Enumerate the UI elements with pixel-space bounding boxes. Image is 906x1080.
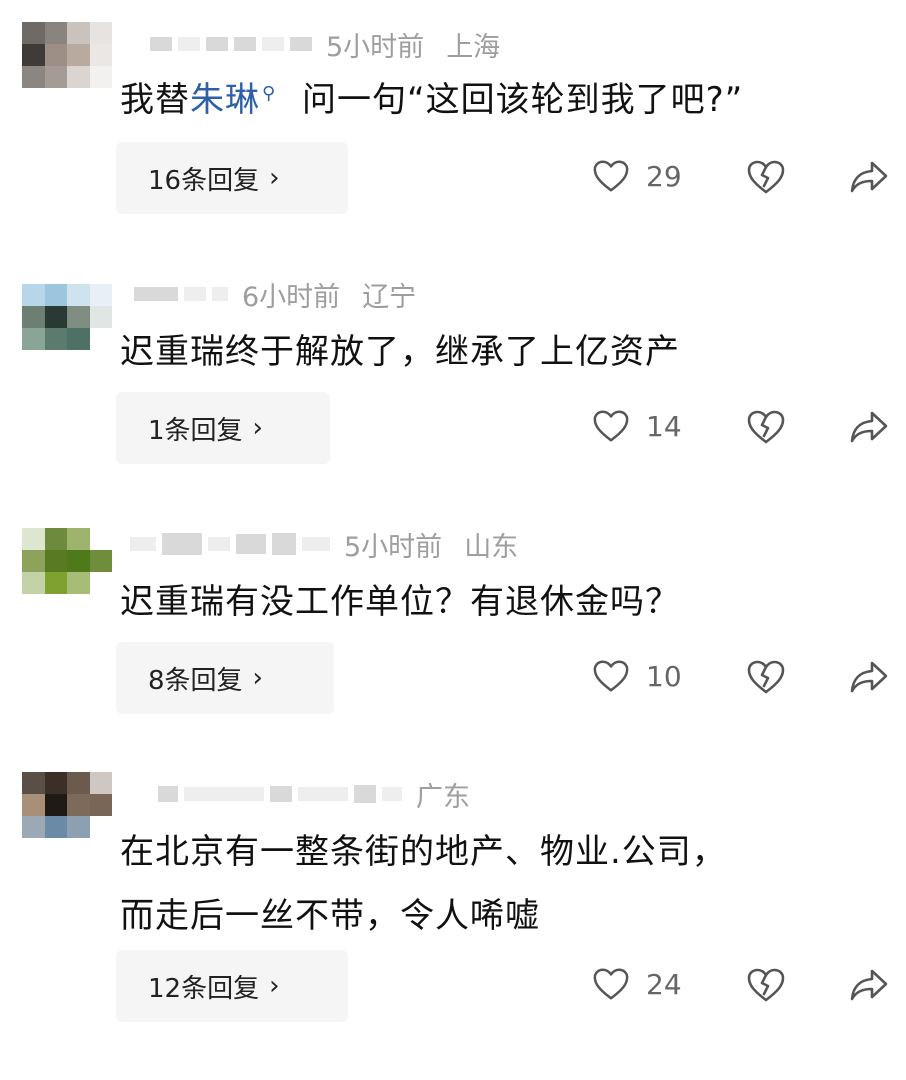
dislike-button[interactable]	[746, 158, 786, 200]
share-button[interactable]	[848, 158, 890, 200]
comment-time: 6小时前	[242, 281, 341, 313]
like-button[interactable]: 29	[592, 158, 682, 194]
share-button[interactable]	[848, 966, 890, 1008]
username-pixelated[interactable]	[134, 287, 228, 301]
comment-text-line: 而走后一丝不带，令人唏嘘	[120, 896, 540, 936]
share-arrow-icon	[850, 969, 888, 1001]
heart-icon	[593, 410, 629, 442]
like-count: 29	[646, 159, 682, 193]
broken-heart-icon	[747, 410, 785, 444]
like-button[interactable]: 10	[592, 658, 682, 694]
username-pixelated[interactable]	[158, 785, 402, 803]
comment-text-suffix: 问一句“这回该轮到我了吧?”	[290, 80, 744, 120]
username-pixelated[interactable]	[150, 37, 312, 51]
comment-meta: 5小时前 山东	[130, 514, 540, 574]
search-icon[interactable]: ⚲	[262, 62, 276, 126]
like-button[interactable]: 24	[592, 966, 682, 1002]
mention-link[interactable]: 朱琳	[190, 80, 260, 120]
dislike-button[interactable]	[746, 408, 786, 450]
comment-location: 广东	[416, 781, 470, 813]
like-count: 14	[646, 409, 682, 443]
share-button[interactable]	[848, 408, 890, 450]
avatar[interactable]	[22, 772, 112, 838]
comment-actions: 14	[0, 392, 906, 464]
like-button[interactable]: 14	[592, 408, 682, 444]
username-pixelated[interactable]	[130, 533, 330, 555]
broken-heart-icon	[747, 660, 785, 694]
avatar[interactable]	[22, 22, 112, 88]
avatar[interactable]	[22, 284, 112, 350]
dislike-button[interactable]	[746, 966, 786, 1008]
comment-location: 辽宁	[362, 281, 417, 313]
heart-icon	[593, 660, 629, 692]
comment-actions: 29	[0, 142, 906, 214]
comment-text: 我替朱琳 ⚲ 问一句“这回该轮到我了吧?”	[120, 68, 743, 132]
broken-heart-icon	[747, 968, 785, 1002]
comment-time: 5小时前	[326, 31, 425, 63]
comment-text-prefix: 我替	[120, 80, 190, 120]
comment-text: 迟重瑞终于解放了，继承了上亿资产	[120, 332, 680, 372]
comment-meta: 6小时前 辽宁	[134, 264, 438, 324]
like-count: 24	[646, 967, 682, 1001]
comment-location: 山东	[464, 531, 519, 563]
share-arrow-icon	[850, 161, 888, 193]
comment-time: 5小时前	[344, 531, 443, 563]
dislike-button[interactable]	[746, 658, 786, 700]
heart-icon	[593, 968, 629, 1000]
comment-meta: 广东	[158, 764, 492, 824]
share-arrow-icon	[850, 411, 888, 443]
comment-actions: 24	[0, 950, 906, 1022]
comment-location: 上海	[446, 31, 501, 63]
comment-text-line: 在北京有一整条街的地产、物业.公司，	[120, 832, 727, 872]
avatar[interactable]	[22, 528, 112, 594]
comment-meta: 5小时前 上海	[150, 14, 522, 74]
share-arrow-icon	[850, 661, 888, 693]
heart-icon	[593, 160, 629, 192]
share-button[interactable]	[848, 658, 890, 700]
comment-actions: 10	[0, 642, 906, 714]
broken-heart-icon	[747, 160, 785, 194]
like-count: 10	[646, 659, 682, 693]
comment-text: 在北京有一整条街的地产、物业.公司， 而走后一丝不带，令人唏嘘	[120, 820, 727, 948]
comment-text: 迟重瑞有没工作单位？有退休金吗？	[120, 582, 680, 622]
